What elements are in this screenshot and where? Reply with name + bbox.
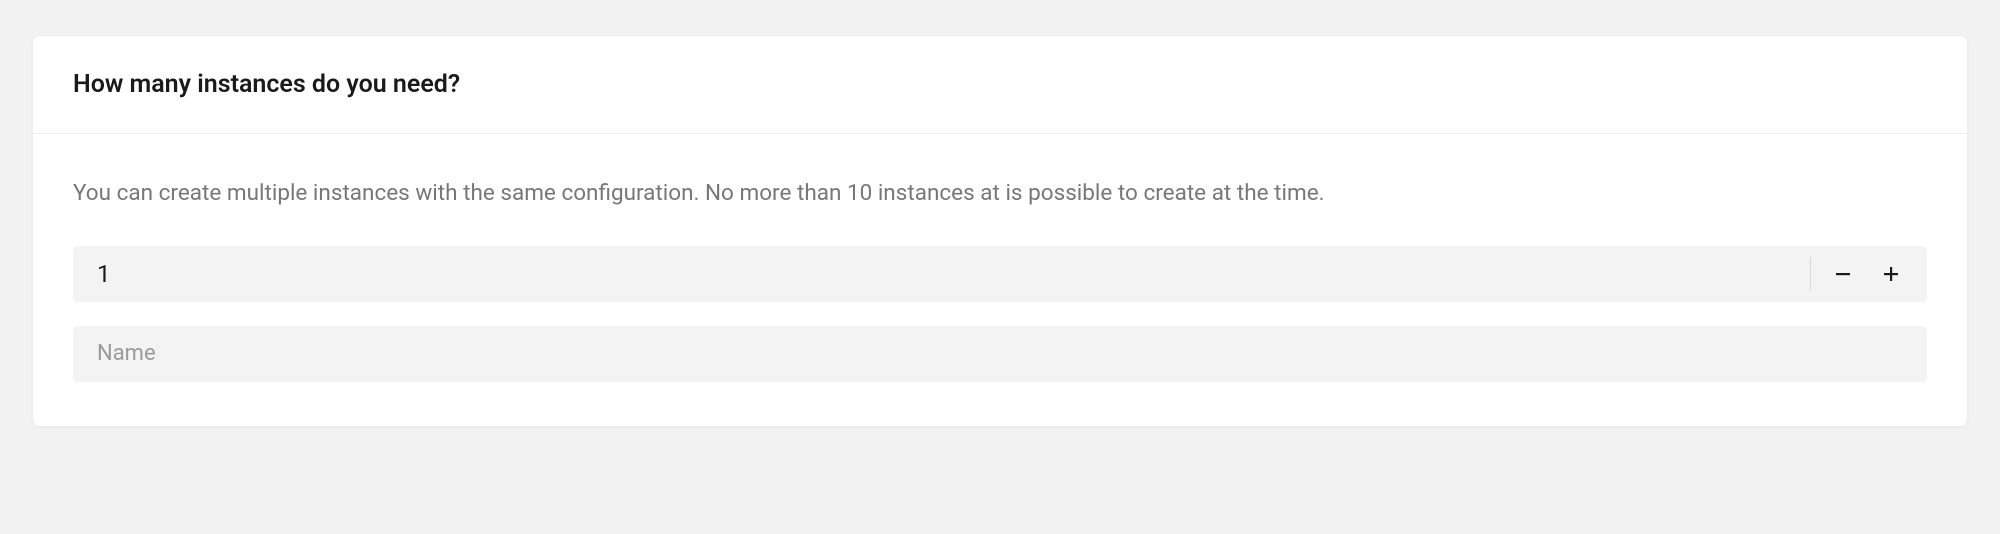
stepper-controls	[1798, 246, 1927, 302]
section-title: How many instances do you need?	[73, 70, 1927, 99]
quantity-stepper	[73, 246, 1927, 302]
instances-card: How many instances do you need? You can …	[32, 35, 1968, 427]
stepper-divider	[1810, 257, 1811, 291]
decrement-button[interactable]	[1819, 250, 1867, 298]
minus-icon	[1833, 264, 1853, 284]
increment-button[interactable]	[1867, 250, 1915, 298]
card-body: You can create multiple instances with t…	[33, 134, 1967, 426]
section-description: You can create multiple instances with t…	[73, 178, 1927, 210]
card-header: How many instances do you need?	[33, 36, 1967, 134]
plus-icon	[1881, 264, 1901, 284]
quantity-input[interactable]	[73, 246, 1798, 302]
name-input[interactable]	[73, 326, 1927, 382]
